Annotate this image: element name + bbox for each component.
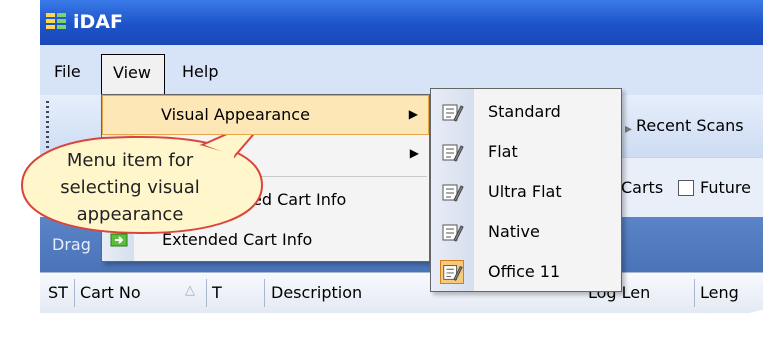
- column-leng[interactable]: Leng: [700, 283, 739, 302]
- menu-help[interactable]: Help: [182, 62, 218, 81]
- grid-header: ST Cart No △ T Description Log Len Leng: [40, 272, 763, 314]
- column-divider: [74, 279, 75, 307]
- window-title: iDAF: [73, 11, 123, 33]
- menu-item-standard[interactable]: Standard: [431, 93, 621, 133]
- menu-item-visual-appearance[interactable]: Visual Appearance ▶: [102, 95, 429, 135]
- column-t[interactable]: T: [212, 283, 222, 302]
- menu-view[interactable]: View: [101, 54, 165, 95]
- drag-text: Drag: [52, 235, 91, 254]
- title-bar: iDAF: [40, 0, 763, 45]
- menu-item-label: Standard: [488, 102, 561, 121]
- submenu-arrow-icon: ▶: [408, 107, 418, 121]
- grid-body: [40, 313, 763, 350]
- column-cart-no[interactable]: Cart No: [80, 283, 141, 302]
- menu-item-flat[interactable]: Flat: [431, 133, 621, 173]
- recent-scans-icon: ▸: [625, 121, 633, 137]
- visual-appearance-submenu: Standard Flat Ultra Flat Native Office 1…: [430, 88, 622, 292]
- menu-item-label: Visual Appearance: [161, 105, 310, 124]
- menu-bar: File View Help: [40, 45, 763, 96]
- menu-file[interactable]: File: [54, 62, 81, 81]
- menu-item-label: Flat: [488, 142, 518, 161]
- menu-item-label: Ultra Flat: [488, 182, 562, 201]
- pencil-ruler-icon: [442, 184, 464, 202]
- menu-item-ultra-flat[interactable]: Ultra Flat: [431, 173, 621, 213]
- menu-item-label: Office 11: [488, 262, 561, 281]
- menu-item-label: Native: [488, 222, 540, 241]
- pencil-ruler-icon: [442, 224, 464, 242]
- column-divider: [264, 279, 265, 307]
- pencil-ruler-icon: [443, 265, 463, 281]
- menu-item-office-11[interactable]: Office 11: [431, 253, 621, 293]
- pencil-ruler-icon: [442, 144, 464, 162]
- column-description[interactable]: Description: [271, 283, 362, 302]
- column-divider: [694, 279, 695, 307]
- sort-arrow-icon: △: [185, 283, 195, 298]
- selected-indicator: [440, 260, 464, 284]
- future-checkbox[interactable]: [678, 180, 694, 196]
- column-st[interactable]: ST: [48, 283, 68, 302]
- carts-label: Carts: [621, 178, 664, 197]
- menu-item-native[interactable]: Native: [431, 213, 621, 253]
- app-icon: [46, 13, 66, 29]
- callout-text: Menu item for selecting visual appearanc…: [60, 150, 200, 225]
- future-label: Future: [700, 178, 751, 197]
- pencil-ruler-icon: [442, 104, 464, 122]
- submenu-arrow-icon: ▶: [409, 146, 419, 160]
- recent-scans-button[interactable]: Recent Scans: [636, 116, 744, 135]
- column-divider: [206, 279, 207, 307]
